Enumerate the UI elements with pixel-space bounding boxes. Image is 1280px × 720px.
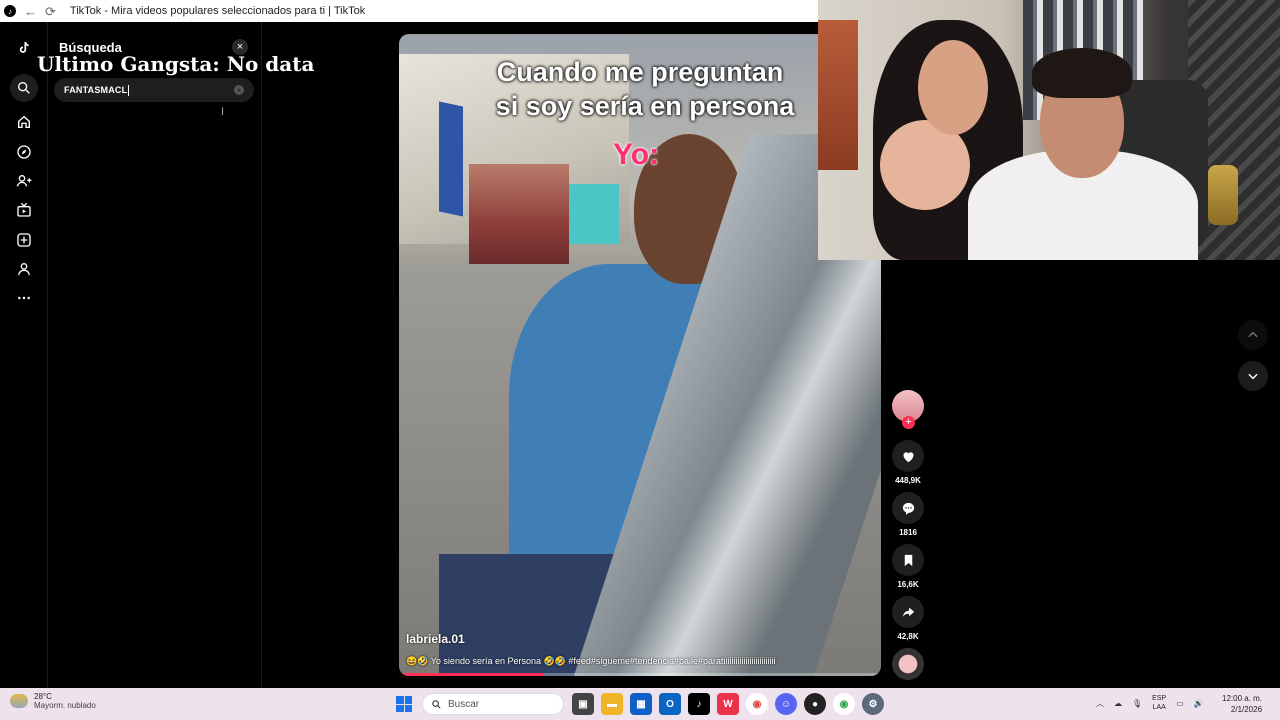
obs-icon[interactable]: ● [804,693,826,715]
onedrive-icon[interactable]: ☁ [1114,699,1122,708]
like-button[interactable] [892,440,924,472]
comment-icon [902,502,914,515]
chrome-icon[interactable]: ◉ [746,693,768,715]
share-icon [902,607,914,617]
comment-count: 1816 [899,528,917,537]
windows-taskbar: 28°C Mayorm. nublado Buscar ▣ ▬ ▦ O ♪ W … [0,688,1280,720]
explore-icon[interactable] [14,142,34,162]
file-explorer-icon[interactable]: ▬ [601,693,623,715]
heart-icon [902,451,914,462]
tiktok-app-icon[interactable]: ♪ [688,693,710,715]
previous-video-button[interactable] [1238,320,1268,350]
screen: ♪ ← ⟳ TikTok - Mira videos populares sel… [0,0,1280,720]
like-count: 448,9K [895,476,921,485]
search-icon[interactable] [10,74,38,102]
video-progress-bar[interactable] [399,673,881,676]
video-caption-yo: Yo: [613,138,660,171]
volume-icon[interactable]: 🔊 [1194,699,1204,708]
video-description: 😆🤣 Yo siendo sería en Persona 🤣🤣 #feed#s… [406,656,776,666]
left-rail [0,22,48,688]
clear-search-icon[interactable]: × [234,85,244,95]
language-bottom: LAA [1152,704,1166,711]
outlook-icon[interactable]: O [659,693,681,715]
webcam-person-left-face [918,40,988,135]
more-icon[interactable] [14,288,34,308]
search-input[interactable]: FANTASMACL [54,78,254,102]
save-button[interactable] [892,544,924,576]
language-top: ESP [1152,695,1167,702]
tiktok-favicon-icon: ♪ [4,5,16,17]
store-icon[interactable]: ▦ [630,693,652,715]
search-icon [432,699,441,709]
video-player[interactable]: Cuando me preguntan si soy sería en pers… [399,34,881,676]
live-icon[interactable] [14,200,34,220]
browser-titlebar: ♪ ← ⟳ TikTok - Mira videos populares sel… [0,0,820,22]
microphone-tray-icon[interactable]: 🎙 [1132,699,1142,708]
share-button[interactable] [892,596,924,628]
music-disc-icon[interactable] [892,648,924,680]
search-panel: Búsqueda × FANTASMACL × I [48,22,262,688]
text-caret [128,84,130,96]
microphone-icon [1208,165,1238,225]
video-progress-fill [399,673,544,676]
bookmark-icon [904,554,912,566]
taskbar-clock[interactable]: 12:00 a. m. 2/1/2026 [1222,693,1262,715]
windows-start-icon[interactable] [396,696,412,712]
webcam-shelf [818,20,858,170]
chevron-up-icon[interactable]: ︿ [1096,698,1104,709]
video-caption-line1: Cuando me preguntan [496,57,784,87]
clock-date: 2/1/2026 [1230,705,1263,714]
follow-plus-icon[interactable]: + [902,416,915,429]
language-indicator[interactable]: ESP LAA [1152,694,1166,712]
comment-button[interactable] [892,492,924,524]
home-icon[interactable] [14,112,34,132]
taskbar-search-placeholder: Buscar [448,698,480,710]
weather-temp: 28°C [34,692,52,701]
chrome-profile-icon[interactable]: ◉ [833,693,855,715]
clock-time: 12:00 a. m. [1222,694,1263,703]
chevron-up-icon [1248,331,1258,338]
wps-icon[interactable]: W [717,693,739,715]
text-cursor-icon: I [221,106,225,118]
weather-widget[interactable]: 28°C Mayorm. nublado [10,692,96,710]
discord-icon[interactable]: ☺ [775,693,797,715]
video-caption: Cuando me preguntan si soy sería en pers… [399,56,881,124]
video-scene-store [469,164,569,264]
share-count: 42,8K [897,632,919,641]
webcam-overlay [818,0,1280,260]
save-count: 16,6K [897,580,919,589]
taskbar-apps: ▣ ▬ ▦ O ♪ W ◉ ☺ ● ◉ ⚙ [572,693,884,715]
video-author[interactable]: labriela.01 [406,632,465,646]
stream-overlay-text: Ultimo Gangsta: No data [37,52,315,76]
profile-icon[interactable] [14,259,34,279]
reload-icon[interactable]: ⟳ [45,5,56,18]
window-title: TikTok - Mira videos populares seleccion… [69,5,366,17]
task-view-icon[interactable]: ▣ [572,693,594,715]
video-caption-line2: si soy sería en persona [495,90,795,121]
weather-desc: Mayorm. nublado [34,701,96,710]
chevron-down-icon [1248,373,1258,380]
back-icon[interactable]: ← [24,5,37,18]
network-icon[interactable]: ▭ [1176,699,1184,708]
cloudy-weather-icon [10,694,28,708]
following-icon[interactable] [14,171,34,191]
search-input-value: FANTASMACL [64,85,128,95]
video-scene-wall [569,184,619,244]
webcam-person-right-hair [1032,48,1132,98]
system-tray: ︿ ☁ 🎙 ESP LAA ▭ 🔊 [1096,694,1204,712]
tiktok-logo-icon[interactable] [14,38,34,58]
settings-icon[interactable]: ⚙ [862,693,884,715]
taskbar-search[interactable]: Buscar [422,693,564,715]
upload-icon[interactable] [14,230,34,250]
next-video-button[interactable] [1238,361,1268,391]
